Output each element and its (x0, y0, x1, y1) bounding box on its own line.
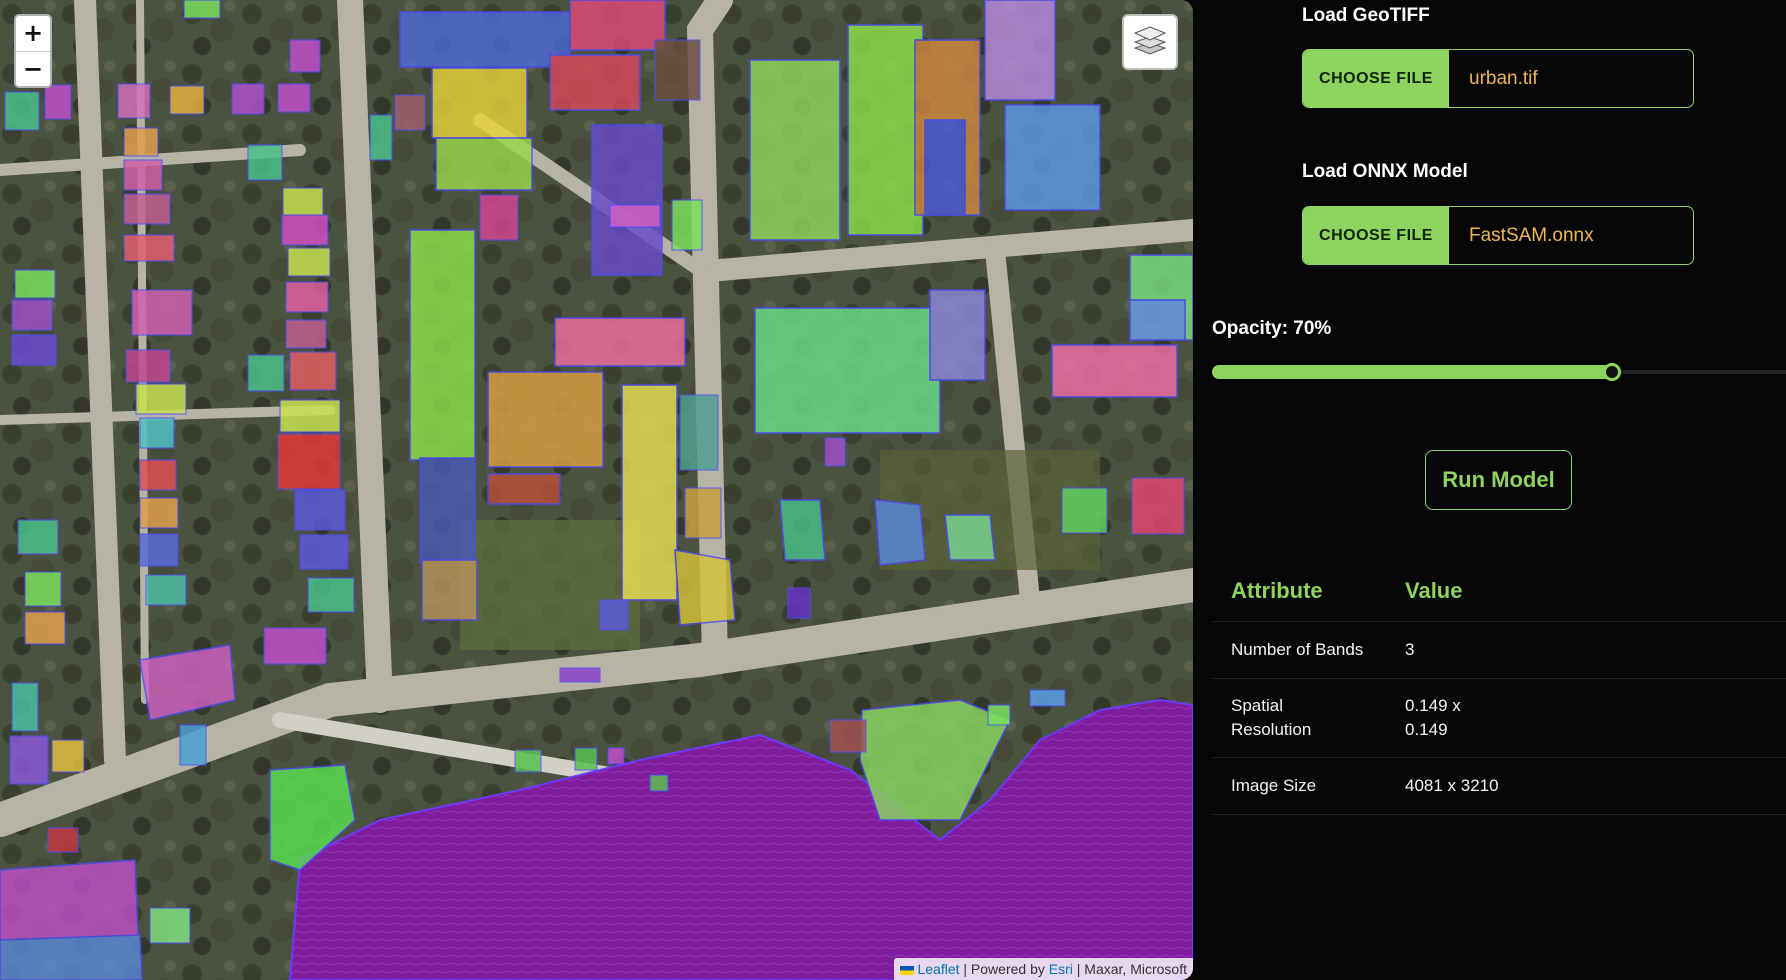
value-column-header: Value (1386, 561, 1786, 622)
value-cell: 0.149 x 0.149 (1386, 678, 1786, 758)
table-header-row: Attribute Value (1212, 561, 1786, 622)
map-attribution: Leaflet | Powered by Esri | Maxar, Micro… (894, 958, 1193, 980)
onnx-file-name: FastSAM.onnx (1469, 224, 1594, 246)
table-row: Number of Bands 3 (1212, 621, 1786, 679)
attribute-table: Attribute Value Number of Bands 3 Spatia… (1212, 561, 1786, 815)
ukraine-flag-icon (900, 966, 915, 975)
attribute-cell: Spatial Resolution (1212, 678, 1386, 758)
zoom-in-button[interactable]: + (16, 16, 50, 51)
attribution-providers: | Maxar, Microsoft (1072, 961, 1187, 977)
opacity-label: Opacity: 70% (1212, 318, 1332, 339)
leaflet-link[interactable]: Leaflet (917, 961, 959, 977)
geotiff-file-input[interactable]: CHOOSE FILE urban.tif (1302, 49, 1694, 108)
esri-link[interactable]: Esri (1049, 961, 1073, 977)
slider-thumb[interactable] (1603, 363, 1622, 381)
map-view[interactable]: + − Leaflet | Powered by Esri | Maxar, M… (0, 0, 1193, 980)
run-model-button[interactable]: Run Model (1425, 450, 1572, 510)
zoom-out-button[interactable]: − (16, 51, 50, 86)
layers-stack-icon (1133, 23, 1167, 62)
zoom-control: + − (14, 14, 52, 88)
attribute-cell: Image Size (1212, 757, 1386, 815)
onnx-choose-file-button[interactable]: CHOOSE FILE (1303, 207, 1449, 264)
opacity-slider[interactable] (1212, 363, 1786, 381)
slider-fill (1212, 365, 1613, 379)
geotiff-label: Load GeoTIFF (1302, 5, 1430, 26)
table-row: Image Size 4081 x 3210 (1212, 757, 1786, 815)
attribute-text: Spatial Resolution (1231, 695, 1312, 739)
table-row: Spatial Resolution 0.149 x 0.149 (1212, 678, 1786, 758)
attribute-cell: Number of Bands (1212, 621, 1386, 679)
onnx-label: Load ONNX Model (1302, 161, 1468, 182)
segmented-satellite-image[interactable] (0, 0, 1193, 980)
geotiff-file-name: urban.tif (1469, 67, 1538, 89)
value-cell: 3 (1386, 621, 1786, 679)
value-text: 0.149 x 0.149 (1405, 695, 1461, 739)
layers-control-button[interactable] (1122, 14, 1178, 70)
geotiff-choose-file-button[interactable]: CHOOSE FILE (1303, 50, 1449, 107)
attribution-powered-by: | Powered by (959, 961, 1049, 977)
attribute-column-header: Attribute (1212, 561, 1386, 622)
value-cell: 4081 x 3210 (1386, 757, 1786, 815)
onnx-file-input[interactable]: CHOOSE FILE FastSAM.onnx (1302, 206, 1694, 265)
